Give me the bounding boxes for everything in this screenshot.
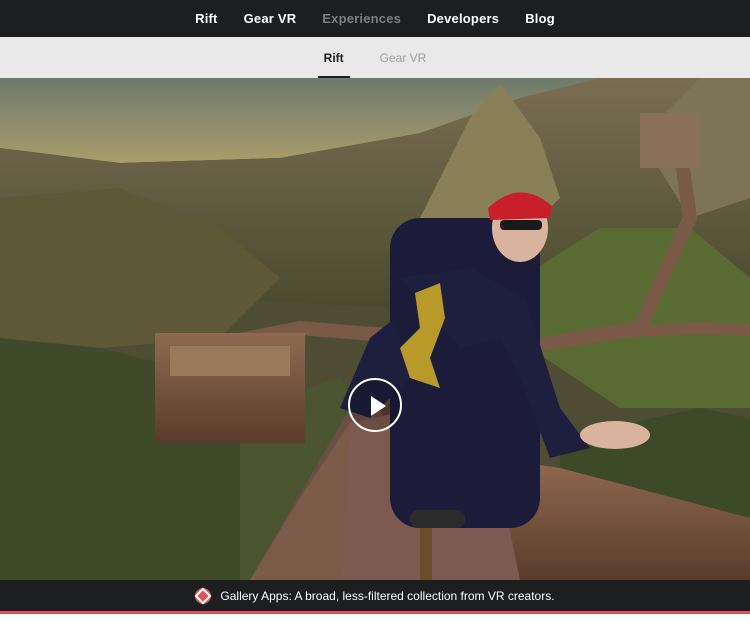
- tab-rift[interactable]: Rift: [317, 37, 350, 78]
- nav-item-gear-vr[interactable]: Gear VR: [244, 11, 297, 26]
- nav-item-developers[interactable]: Developers: [427, 11, 499, 26]
- hero-scene: [0, 78, 750, 580]
- banner-text: Gallery Apps: A broad, less-filtered col…: [220, 588, 555, 603]
- gallery-apps-banner: Gallery Apps: A broad, less-filtered col…: [0, 580, 750, 611]
- play-button[interactable]: [348, 378, 402, 432]
- hero-video[interactable]: [0, 78, 750, 580]
- nav-item-rift[interactable]: Rift: [195, 11, 217, 26]
- platform-tabs: Rift Gear VR: [0, 37, 750, 78]
- accent-divider: [0, 611, 750, 614]
- nav-item-blog[interactable]: Blog: [525, 11, 555, 26]
- gallery-icon: [195, 587, 212, 604]
- top-navigation: Rift Gear VR Experiences Developers Blog: [0, 0, 750, 37]
- tab-gear-vr[interactable]: Gear VR: [374, 37, 433, 78]
- play-icon: [371, 396, 386, 416]
- nav-item-experiences[interactable]: Experiences: [322, 11, 401, 26]
